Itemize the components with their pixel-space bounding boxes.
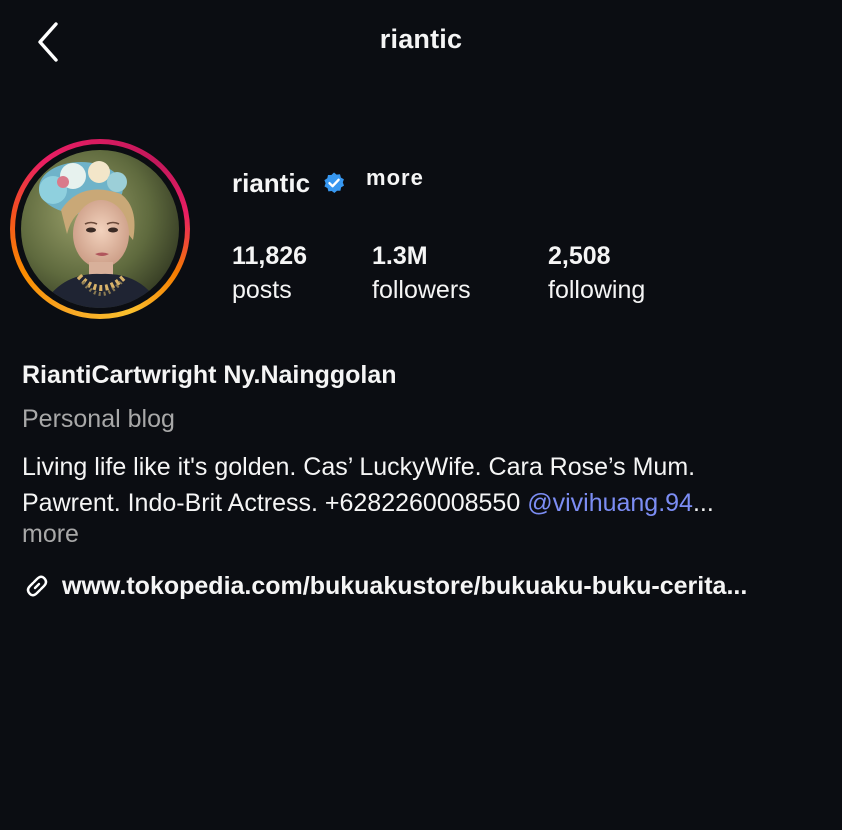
profile-category: Personal blog [22,405,175,433]
bio-ellipsis: ... [692,489,714,517]
username-row: riantic more [232,165,424,200]
bio-line-1: Living life like it's golden. Cas’ Lucky… [22,453,696,481]
bio-mention-link[interactable]: @vivihuang.94 [527,489,693,517]
followers-count: 1.3M [372,242,428,270]
link-icon [22,571,52,601]
stat-posts: 11,826 posts [232,240,307,308]
external-link-text: www.tokopedia.com/bukuakustore/bukuaku-b… [62,571,748,600]
following-count: 2,508 [548,242,611,270]
profile-username: riantic [232,167,311,198]
page-title: riantic [379,24,463,54]
followers-label: followers [372,276,471,304]
posts-label: posts [232,276,292,304]
avatar[interactable] [21,150,179,308]
posts-count: 11,826 [232,242,308,270]
bio-line-2-text: Pawrent. Indo-Brit Actress. +62822600085… [22,489,528,517]
bio-line-2: Pawrent. Indo-Brit Actress. +62822600085… [22,485,822,521]
story-ring[interactable] [10,139,190,319]
header-bar: riantic [0,0,842,84]
bio-more-button[interactable]: more [22,520,79,549]
profile-bio: Living life like it's golden. Cas’ Lucky… [22,449,822,521]
more-options-button[interactable]: more [366,165,424,191]
profile-full-name: RiantiCartwright Ny.Nainggolan [22,361,397,389]
stat-following[interactable]: 2,508 following [548,240,645,308]
verified-badge-icon [322,171,346,195]
following-label: following [548,276,646,304]
stat-followers[interactable]: 1.3M followers [372,240,471,308]
external-link[interactable]: www.tokopedia.com/bukuakustore/bukuaku-b… [22,571,747,601]
